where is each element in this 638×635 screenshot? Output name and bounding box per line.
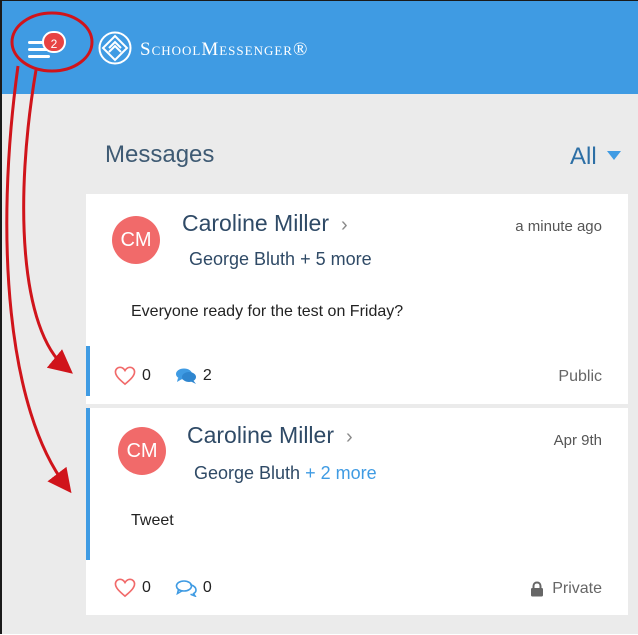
message-actions: 0 2 <box>114 366 236 386</box>
heart-icon <box>114 578 136 598</box>
app-frame: 2 SchoolMessenger® Messages All CM Carol… <box>0 0 638 634</box>
brand-name: SchoolMessenger® <box>140 39 309 60</box>
notification-badge: 2 <box>42 31 66 53</box>
schoolmessenger-logo-icon <box>98 31 132 65</box>
comment-button[interactable]: 0 <box>175 579 212 597</box>
caret-down-icon <box>606 151 621 161</box>
like-count: 0 <box>142 579 151 596</box>
recipients-more[interactable]: + 2 more <box>305 463 377 483</box>
comment-button[interactable]: 2 <box>175 367 212 385</box>
recipients: George Bluth + 2 more <box>194 463 377 484</box>
visibility-label: Public <box>558 368 602 385</box>
message-time: Apr 9th <box>553 432 602 449</box>
message-actions: 0 0 <box>114 578 236 598</box>
message-card[interactable]: CM Caroline Miller › George Bluth + 5 mor… <box>86 194 628 404</box>
message-body: Everyone ready for the test on Friday? <box>131 303 404 320</box>
chevron-right-icon: › <box>340 214 348 236</box>
comments-filled-icon <box>175 368 196 384</box>
comment-count: 0 <box>202 579 212 596</box>
recipient-name: George Bluth <box>194 463 301 483</box>
sender-name: Caroline Miller <box>187 422 334 448</box>
visibility-status: Public <box>558 368 602 386</box>
message-card[interactable]: CM Caroline Miller › George Bluth + 2 mor… <box>86 408 628 615</box>
recipient-name: George Bluth <box>189 249 296 269</box>
chevron-right-icon: › <box>345 426 353 448</box>
comments-outline-icon <box>175 580 197 597</box>
heart-icon <box>114 366 136 386</box>
visibility-status: Private <box>530 580 602 598</box>
top-bar: 2 SchoolMessenger® <box>2 1 638 94</box>
recipients-more[interactable]: + 5 more <box>300 249 372 269</box>
filter-label: All <box>570 143 597 170</box>
like-button[interactable]: 0 <box>114 578 151 598</box>
message-body: Tweet <box>131 512 174 529</box>
sender-name-link[interactable]: Caroline Miller › <box>182 210 348 237</box>
comment-count: 2 <box>202 367 212 384</box>
page-title: Messages <box>105 141 215 168</box>
recipients: George Bluth + 5 more <box>189 249 372 270</box>
avatar: CM <box>112 216 160 264</box>
sender-name: Caroline Miller <box>182 210 329 236</box>
filter-dropdown[interactable]: All <box>570 143 621 171</box>
like-button[interactable]: 0 <box>114 366 151 386</box>
card-accent-bar <box>86 408 90 560</box>
like-count: 0 <box>142 367 151 384</box>
sender-name-link[interactable]: Caroline Miller › <box>187 422 353 449</box>
message-time: a minute ago <box>515 218 602 235</box>
lock-icon <box>531 581 544 597</box>
visibility-label: Private <box>552 580 602 597</box>
avatar: CM <box>118 427 166 475</box>
card-accent-bar <box>86 346 90 396</box>
